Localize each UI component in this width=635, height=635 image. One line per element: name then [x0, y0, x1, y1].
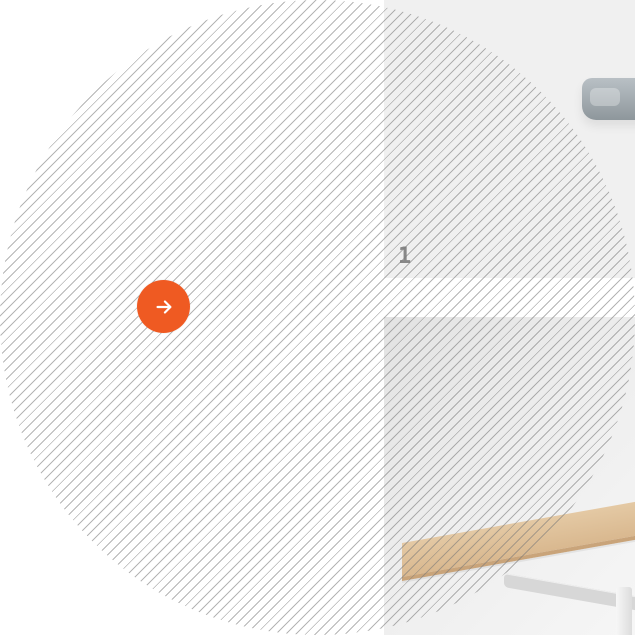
arrow-right-icon [153, 296, 175, 318]
image-index: 1 [398, 244, 412, 269]
product-image-2[interactable] [384, 317, 635, 635]
next-button[interactable] [137, 280, 190, 333]
product-image-1[interactable]: 1 [384, 0, 635, 278]
product-shape [582, 78, 635, 120]
desk-leg [616, 587, 632, 635]
desk-top [402, 491, 635, 581]
page: 1 [0, 0, 635, 635]
